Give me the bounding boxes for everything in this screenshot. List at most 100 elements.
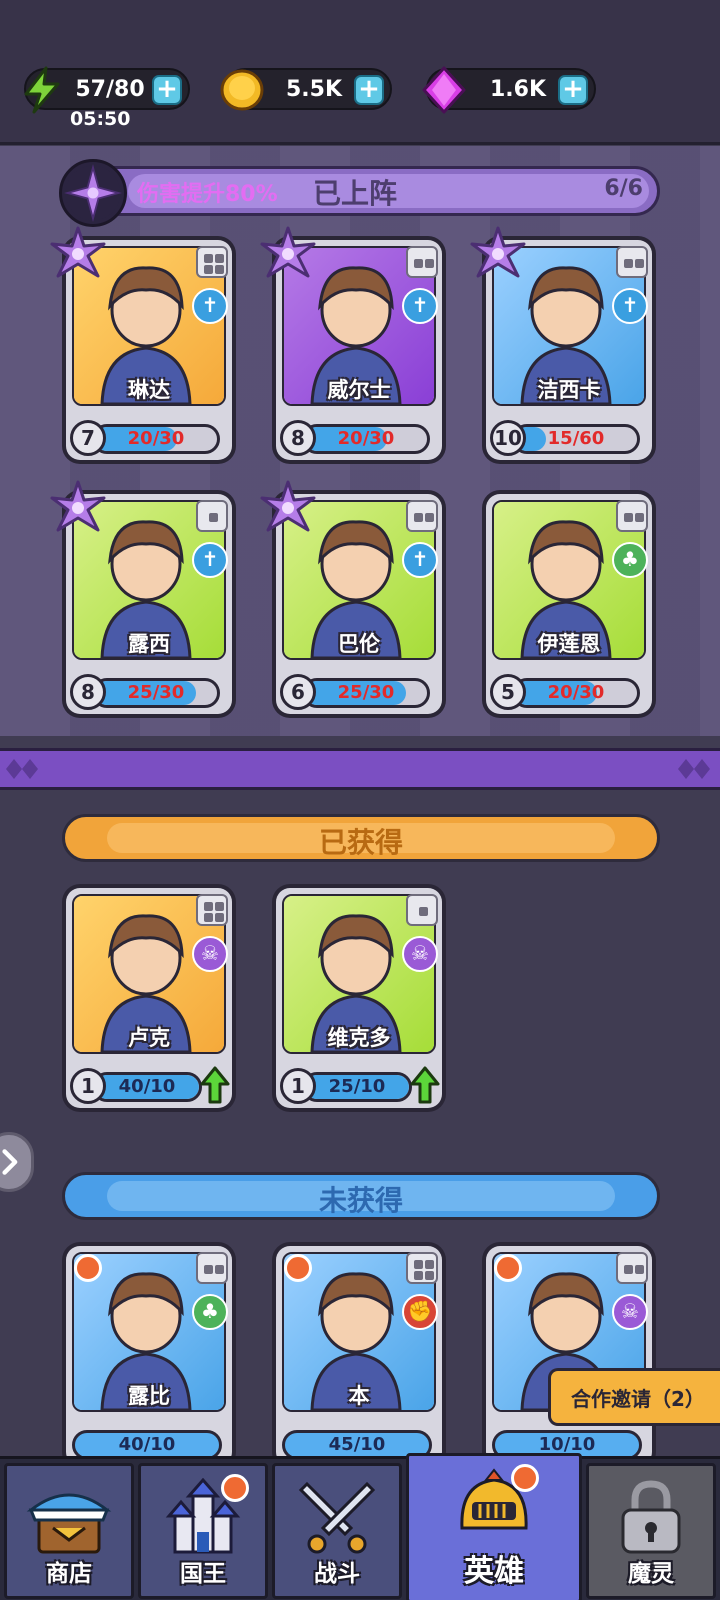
hero-name: 露西 [128, 632, 170, 656]
shard-progress-text: 40/10 [118, 1076, 176, 1097]
diamond-ornament-icon [678, 759, 710, 779]
rarity-icon [196, 894, 228, 926]
gem-value: 1.6K [489, 77, 547, 102]
star-rank-icon [50, 226, 106, 278]
hero-card[interactable]: 卢克 ☠ 1 40/10 [62, 884, 236, 1112]
hero-level: 8 [70, 674, 106, 710]
shard-progress-text: 20/30 [127, 428, 185, 449]
leaf-icon: ♣ [192, 1294, 228, 1330]
rarity-icon [616, 246, 648, 278]
hero-card[interactable]: 伊莲恩 ♣ 5 20/30 [482, 490, 656, 718]
damage-bonus-text: 伤害提升80% [137, 182, 278, 207]
star-rank-icon [260, 480, 316, 532]
shard-progress-bar: 15/60 [512, 424, 640, 454]
chevron-right-icon [2, 1149, 18, 1175]
energy-timer: 05:50 [70, 108, 131, 130]
tab-heroes[interactable]: 英雄 [406, 1453, 582, 1600]
gold-value: 5.5K [285, 77, 343, 102]
skull-icon: ☠ [402, 936, 438, 972]
hero-card[interactable]: 洁西卡 ✝ 10 15/60 [470, 226, 656, 464]
tab-battle-label: 战斗 [314, 1561, 360, 1587]
shard-progress-bar: 40/10 [92, 1072, 202, 1102]
skull-icon: ☠ [192, 936, 228, 972]
hero-card[interactable]: 露比 ♣ 40/10 [62, 1242, 236, 1470]
side-expand-button[interactable] [0, 1132, 34, 1192]
diamond-ornament-icon [6, 759, 38, 779]
hero-card[interactable]: 本 ✊ 45/10 [272, 1242, 446, 1470]
hero-name: 露比 [128, 1384, 170, 1408]
gem-plus-button[interactable]: + [558, 75, 588, 105]
new-indicator-dot [74, 1254, 102, 1282]
shard-progress-bar: 20/30 [92, 424, 220, 454]
rarity-icon [406, 500, 438, 532]
lock-icon [621, 1480, 681, 1554]
deployed-banner: 伤害提升80% 已上阵 6/6 [59, 159, 660, 227]
tab-spirit-label: 魔灵 [628, 1561, 674, 1587]
gold-plus-button[interactable]: + [354, 75, 384, 105]
shard-progress-text: 15/60 [547, 428, 605, 449]
gem-counter[interactable]: 1.6K + [422, 66, 596, 114]
unowned-section-title: 未获得 [318, 1184, 403, 1217]
shard-progress-text: 25/30 [127, 682, 185, 703]
upgrade-arrow-icon[interactable] [200, 1066, 230, 1104]
crossed-swords-icon [298, 1481, 376, 1554]
hero-name: 洁西卡 [537, 378, 601, 402]
rarity-icon [616, 500, 648, 532]
rarity-icon [196, 1252, 228, 1284]
section-divider [0, 748, 720, 790]
tab-spirit[interactable]: 魔灵 [586, 1463, 716, 1599]
energy-value: 57/80 [75, 77, 145, 102]
cross-icon: ✝ [402, 542, 438, 578]
gem-icon [422, 66, 466, 114]
hero-card[interactable]: ☠ 10/10 [482, 1242, 656, 1470]
new-indicator-dot [284, 1254, 312, 1282]
gold-counter[interactable]: 5.5K + [220, 68, 392, 111]
deployed-title: 已上阵 [313, 177, 398, 210]
owned-section-header: 已获得 [62, 814, 660, 862]
hero-card[interactable]: 巴伦 ✝ 6 25/30 [260, 480, 446, 718]
hero-card[interactable]: 琳达 ✝ 7 20/30 [50, 226, 236, 464]
star-rank-icon [260, 226, 316, 278]
hero-name: 伊莲恩 [537, 632, 601, 656]
coop-invite-button[interactable]: 合作邀请（2） [548, 1368, 720, 1426]
shard-progress-text: 25/30 [337, 682, 395, 703]
hero-card[interactable]: 维克多 ☠ 1 25/10 [272, 884, 446, 1112]
hero-name: 维克多 [327, 1026, 391, 1050]
rarity-icon [196, 246, 228, 278]
leaf-icon: ♣ [612, 542, 648, 578]
shard-progress-bar: 20/30 [302, 424, 430, 454]
shard-progress-bar: 20/30 [512, 678, 640, 708]
deployed-count: 6/6 [604, 176, 643, 201]
cross-icon: ✝ [402, 288, 438, 324]
coop-invite-label: 合作邀请（2） [571, 1387, 705, 1411]
rarity-icon [406, 1252, 438, 1284]
star-rank-icon [470, 226, 526, 278]
upgrade-arrow-icon[interactable] [410, 1066, 440, 1104]
energy-plus-button[interactable]: + [152, 75, 182, 105]
tab-heroes-label: 英雄 [464, 1554, 524, 1589]
shop-stall-icon [26, 1493, 112, 1554]
unowned-section-header: 未获得 [62, 1172, 660, 1220]
hero-name: 巴伦 [338, 632, 380, 656]
fist-icon: ✊ [402, 1294, 438, 1330]
shard-progress-text: 20/30 [337, 428, 395, 449]
shard-progress-text: 25/10 [328, 1076, 386, 1097]
owned-section-title: 已获得 [318, 826, 403, 859]
hero-card[interactable]: 露西 ✝ 8 25/30 [50, 480, 236, 718]
hero-name: 威尔士 [327, 378, 391, 402]
skull-icon: ☠ [612, 1294, 648, 1330]
shard-progress-bar: 25/10 [302, 1072, 412, 1102]
shard-progress-bar: 25/30 [92, 678, 220, 708]
tab-king[interactable]: 国王 [138, 1463, 268, 1599]
energy-counter[interactable]: 57/80 + [24, 66, 190, 114]
hero-card[interactable]: 威尔士 ✝ 8 20/30 [260, 226, 446, 464]
tab-battle[interactable]: 战斗 [272, 1463, 402, 1599]
rarity-icon [196, 500, 228, 532]
hero-name: 琳达 [128, 378, 170, 402]
tab-king-label: 国王 [180, 1561, 226, 1587]
hero-level: 8 [280, 420, 316, 456]
star-rank-icon [50, 480, 106, 532]
coin-icon [220, 69, 264, 111]
hero-level: 10 [490, 420, 526, 456]
tab-shop[interactable]: 商店 [4, 1463, 134, 1599]
